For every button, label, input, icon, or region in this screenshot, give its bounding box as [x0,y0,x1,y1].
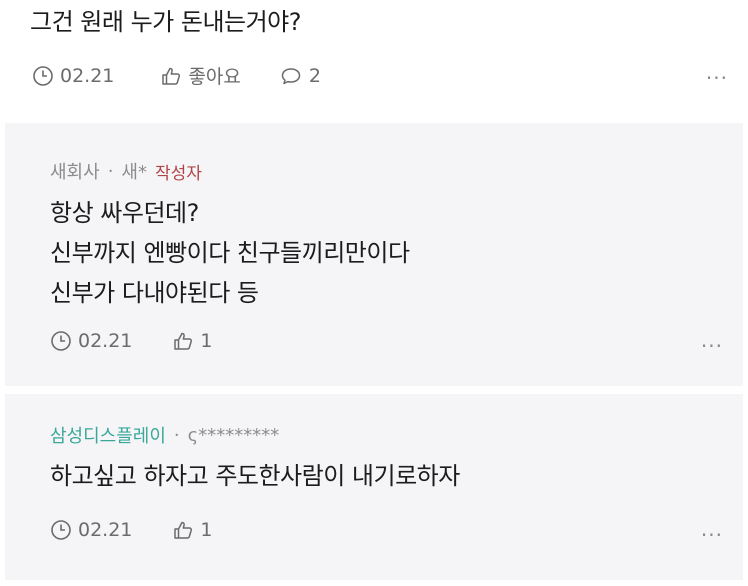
clock-icon [51,520,71,540]
date: 02.21 [32,65,114,87]
reply-button[interactable]: 2 [279,65,321,87]
reply-meta: 02.21 1 [50,330,251,352]
author-name: 새* [121,162,147,183]
reply-item: 삼성디스플레이 · ς********* 하고싶고 하자고 주도한사람이 내기로… [5,394,743,580]
company-name[interactable]: 삼성디스플레이 [50,422,166,448]
more-icon[interactable]: ... [701,517,723,541]
comment-item: 그건 원래 누가 돈내는거야? 02.21 좋아요 2 ... [0,0,748,118]
comment-meta: 02.21 좋아요 2 [32,62,359,89]
author-name: ς********* [187,424,280,446]
like-button[interactable]: 1 [172,330,213,352]
like-button[interactable]: 1 [172,519,213,541]
comment-text: 그건 원래 누가 돈내는거야? [30,8,302,36]
thumbs-up-icon [162,67,181,85]
reply-line: 하고싶고 하자고 주도한사람이 내기로하자 [50,462,460,490]
reply-line: 항상 싸우던데? [50,199,199,227]
like-count: 1 [200,519,213,541]
date: 02.21 [50,330,132,352]
company-name[interactable]: 새회사 [50,158,100,184]
date-text: 02.21 [78,519,133,541]
separator: · [173,424,180,446]
reply-item: 새회사 · 새* 작성자 항상 싸우던데? 신부까지 엔빵이다 친구들끼리만이다… [5,123,743,386]
clock-icon [33,65,53,86]
reply-line: 신부가 다내야된다 등 [50,279,259,307]
reply-text: 하고싶고 하자고 주도한사람이 내기로하자 [50,456,460,496]
like-count: 1 [200,330,213,352]
reply-text: 항상 싸우던데? 신부까지 엔빵이다 친구들끼리만이다 신부가 다내야된다 등 [50,193,410,313]
thumbs-up-icon [174,521,193,539]
speech-bubble-icon [281,67,301,84]
clock-icon [51,331,71,351]
replies-section: 새회사 · 새* 작성자 항상 싸우던데? 신부까지 엔빵이다 친구들끼리만이다… [0,118,748,586]
author-line: 새회사 · 새* 작성자 [50,158,202,184]
reply-count: 2 [308,64,321,87]
thumbs-up-icon [174,332,193,350]
reply-line: 신부까지 엔빵이다 친구들끼리만이다 [50,239,410,267]
like-button[interactable]: 좋아요 [160,62,241,89]
separator: · [107,160,114,182]
more-icon[interactable]: ... [706,60,728,84]
reply-meta: 02.21 1 [50,519,251,541]
date-text: 02.21 [78,330,133,352]
like-label: 좋아요 [188,66,241,88]
more-icon[interactable]: ... [701,328,723,352]
date: 02.21 [50,519,132,541]
author-line: 삼성디스플레이 · ς********* [50,422,279,448]
author-badge: 작성자 [154,163,202,184]
date-text: 02.21 [60,64,115,87]
